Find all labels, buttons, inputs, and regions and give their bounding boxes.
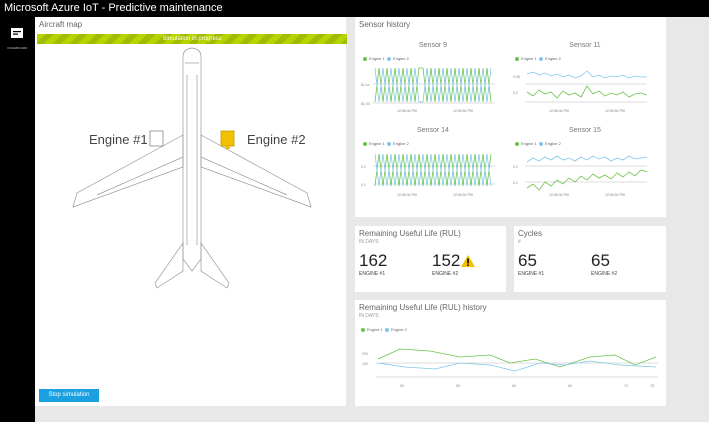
svg-text:0.1: 0.1 [361, 183, 366, 187]
cycles-engine1-value: 65 [518, 251, 537, 270]
progress-text: Simulation in progress [162, 36, 222, 42]
sensor15-legend: Engine 1 Engine 2 [515, 141, 561, 146]
rul-engine1-label: ENGINE #1 [359, 271, 386, 277]
sensor-history-title: Sensor history [359, 20, 411, 29]
aircraft-diagram [72, 47, 312, 289]
rul-unit: IN DAYS [359, 239, 379, 245]
sensor9-legend: Engine 1 Engine 2 [363, 56, 409, 61]
sensor9-chart: $1.xx $1.00 12:56:44 PM 12:56:54 PM [361, 67, 495, 113]
rul-history-legend: Engine 1 Engine 2 [361, 327, 407, 332]
simulation-progress-bar: Simulation in progress [37, 34, 347, 44]
svg-text:12:56:54 PM: 12:56:54 PM [605, 109, 625, 113]
svg-text:60: 60 [512, 384, 516, 388]
engine2-label: Engine #2 [247, 132, 306, 147]
svg-text:200: 200 [362, 352, 368, 356]
svg-text:0.1: 0.1 [513, 181, 518, 185]
svg-text:75: 75 [650, 384, 654, 388]
svg-text:0.2: 0.2 [513, 91, 518, 95]
svg-text:12:56:44 PM: 12:56:44 PM [397, 193, 417, 197]
engine1-label: Engine #1 [89, 132, 148, 147]
rul-panel: Remaining Useful Life (RUL) IN DAYS 162 … [355, 226, 506, 292]
svg-text:70: 70 [624, 384, 628, 388]
svg-text:12:56:44 PM: 12:56:44 PM [549, 193, 569, 197]
sensor11-legend: Engine 1 Engine 2 [515, 56, 561, 61]
svg-text:12:56:54 PM: 12:56:54 PM [605, 193, 625, 197]
sensor11-title: Sensor 11 [569, 42, 601, 49]
svg-text:65: 65 [568, 384, 572, 388]
rul-engine2-label: ENGINE #2 [432, 271, 459, 277]
rul-history-unit: IN DAYS [359, 313, 379, 319]
svg-text:0.2: 0.2 [361, 165, 366, 169]
stop-simulation-button[interactable]: Stop simulation [39, 389, 99, 402]
cycles-title: Cycles [518, 229, 543, 238]
engine2-marker[interactable] [220, 130, 235, 147]
title-bar: Microsoft Azure IoT - Predictive mainten… [0, 0, 709, 17]
sensor15-chart: 0.2 0.1 12:56:44 PM 12:56:54 PM [513, 155, 648, 197]
svg-text:12:56:44 PM: 12:56:44 PM [549, 109, 569, 113]
app-title: Microsoft Azure IoT - Predictive mainten… [4, 2, 223, 14]
engine1-marker[interactable] [149, 130, 164, 147]
svg-text:$1.00: $1.00 [361, 102, 370, 106]
svg-text:12:56:54 PM: 12:56:54 PM [453, 109, 473, 113]
svg-text:55: 55 [456, 384, 460, 388]
left-rail: DASHBOARD [0, 17, 35, 422]
dashboard-label: DASHBOARD [7, 46, 28, 50]
dashboard-icon[interactable] [7, 23, 27, 43]
svg-text:50: 50 [400, 384, 404, 388]
cycles-engine1-label: ENGINE #1 [518, 271, 545, 277]
svg-text:100: 100 [362, 362, 368, 366]
rul-engine2-value: 152 [432, 251, 461, 270]
rul-title: Remaining Useful Life (RUL) [359, 229, 461, 238]
svg-text:12:56:44 PM: 12:56:44 PM [397, 109, 417, 113]
svg-text:12:56:54 PM: 12:56:54 PM [453, 193, 473, 197]
svg-text:0.2: 0.2 [513, 165, 518, 169]
cycles-engine2-value: 65 [591, 251, 610, 270]
cycles-unit: # [518, 239, 521, 245]
warning-icon [461, 255, 475, 267]
sensor14-legend: Engine 1 Engine 2 [363, 141, 409, 146]
sensor11-chart: 0.28 0.2 12:56:44 PM 12:56:54 PM [513, 70, 648, 113]
rul-engine1-value: 162 [359, 251, 388, 270]
sensor9-title: Sensor 9 [418, 42, 448, 49]
rul-history-chart: 200 100 50 55 60 65 70 75 [362, 348, 658, 388]
sensor14-title: Sensor 14 [417, 127, 449, 134]
svg-text:0.28: 0.28 [513, 75, 520, 79]
sensor15-title: Sensor 15 [569, 127, 601, 134]
sensor14-chart: 0.2 0.1 12:56:44 PM 12:56:54 PM [361, 153, 495, 197]
cycles-engine2-label: ENGINE #2 [591, 271, 618, 277]
aircraft-map-title: Aircraft map [39, 20, 83, 29]
svg-text:$1.xx: $1.xx [361, 83, 370, 87]
rul-history-title: Remaining Useful Life (RUL) history [359, 303, 487, 312]
cycles-panel: Cycles # 65 ENGINE #1 65 ENGINE #2 [514, 226, 666, 292]
